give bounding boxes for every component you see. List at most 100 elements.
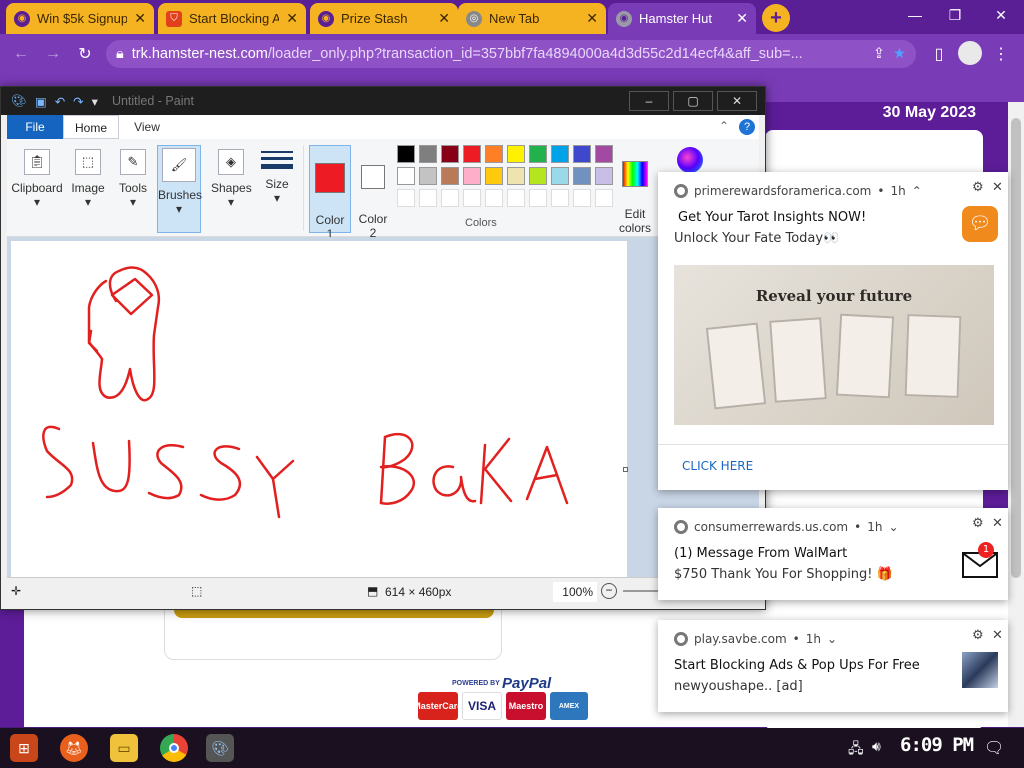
palette-swatch[interactable] [595, 167, 613, 185]
redo-icon[interactable]: ↷ [73, 94, 83, 109]
settings-gear-icon[interactable]: ⚙ [972, 180, 984, 195]
tab-view[interactable]: View [119, 115, 175, 139]
zoom-slider[interactable] [623, 590, 663, 592]
brushes-button[interactable]: 🖌︎ Brushes ▾ [157, 145, 202, 233]
paint-taskbar-icon[interactable]: 🎨︎ [206, 734, 234, 762]
palette-swatch[interactable] [551, 145, 569, 163]
chevron-down-icon[interactable]: ⌄ [888, 520, 898, 534]
palette-swatch[interactable] [551, 189, 569, 207]
tab-new-tab[interactable]: ◎ New Tab ✕ [458, 3, 606, 34]
tab-win-bonus[interactable]: ◉ Win $5k Signup Bonus ✕ [6, 3, 154, 34]
palette-swatch[interactable] [573, 145, 591, 163]
paint-close-button[interactable]: ✕ [717, 91, 757, 111]
share-icon[interactable]: ⇪ [873, 46, 885, 62]
palette-swatch[interactable] [507, 167, 525, 185]
color2-button[interactable]: Color 2 [353, 145, 393, 240]
shapes-button[interactable]: ◈ Shapes ▾ [211, 145, 252, 233]
paint-minimize-button[interactable]: – [629, 91, 669, 111]
settings-gear-icon[interactable]: ⚙ [972, 516, 984, 531]
palette-swatch[interactable] [595, 145, 613, 163]
palette-swatch[interactable] [441, 145, 459, 163]
palette-swatch[interactable] [419, 167, 437, 185]
canvas-resize-handle[interactable] [623, 467, 628, 472]
notification-walmart[interactable]: consumerrewards.us.com • 1h ⌄ ⚙ ✕ (1) Mess… [658, 508, 1008, 600]
minimize-window-button[interactable]: — [900, 4, 930, 26]
restore-window-button[interactable]: ❐ [940, 4, 970, 26]
palette-swatch[interactable] [529, 167, 547, 185]
close-window-button[interactable]: ✕ [986, 4, 1016, 26]
bookmark-star-icon[interactable]: ★ [893, 46, 906, 62]
undo-icon[interactable]: ↶ [55, 94, 65, 109]
tab-prize-stash[interactable]: ◉ Prize Stash ✕ [310, 3, 458, 34]
close-tab-icon[interactable]: ✕ [736, 10, 748, 27]
chrome-taskbar-icon[interactable] [160, 734, 188, 762]
palette-swatch[interactable] [397, 167, 415, 185]
palette-swatch[interactable] [397, 145, 415, 163]
palette-swatch[interactable] [463, 145, 481, 163]
edit-colors-button[interactable]: Edit colors [615, 145, 655, 235]
palette-swatch[interactable] [529, 145, 547, 163]
back-icon[interactable]: ← [10, 43, 32, 65]
tools-group[interactable]: ✎ Tools ▾ [113, 145, 153, 233]
new-tab-button[interactable]: + [762, 4, 790, 32]
close-tab-icon[interactable]: ✕ [134, 10, 146, 27]
size-button[interactable]: Size ▾ [255, 145, 299, 233]
reload-icon[interactable]: ↻ [74, 43, 96, 65]
notification-adblock[interactable]: play.savbe.com • 1h ⌄ ⚙ ✕ Start Blocking A… [658, 620, 1008, 712]
close-tab-icon[interactable]: ✕ [286, 10, 298, 27]
zoom-out-icon[interactable]: − [601, 583, 617, 599]
notification-center-icon[interactable]: 🗨︎ [984, 738, 1004, 758]
palette-swatch[interactable] [419, 189, 437, 207]
palette-swatch[interactable] [397, 189, 415, 207]
close-icon[interactable]: ✕ [992, 180, 1003, 195]
tab-start-blocking[interactable]: ⛉ Start Blocking Ads ✕ [158, 3, 306, 34]
tab-file[interactable]: File [7, 115, 63, 139]
image-group[interactable]: ⬚ Image ▾ [67, 145, 109, 233]
tab-home[interactable]: Home [63, 115, 119, 139]
address-bar[interactable]: 🔒︎ trk.hamster-nest.com/loader_only.php?… [106, 40, 916, 68]
palette-swatch[interactable] [573, 189, 591, 207]
forward-icon[interactable]: → [42, 43, 64, 65]
paint-maximize-button[interactable]: ▢ [673, 91, 713, 111]
palette-swatch[interactable] [419, 145, 437, 163]
quick-access-dropdown-icon[interactable]: ▾ [92, 94, 98, 109]
notification-tarot[interactable]: primerewardsforamerica.com • 1h ⌃ ⚙ ✕ Get … [658, 172, 1008, 490]
palette-swatch[interactable] [463, 189, 481, 207]
profile-avatar[interactable] [958, 41, 982, 65]
side-panel-icon[interactable]: ▯ [928, 43, 950, 65]
palette-swatch[interactable] [507, 145, 525, 163]
volume-icon[interactable]: 🔊︎ [872, 738, 881, 755]
palette-swatch[interactable] [529, 189, 547, 207]
palette-swatch[interactable] [573, 167, 591, 185]
color1-button[interactable]: Color 1 [309, 145, 351, 241]
palette-swatch[interactable] [485, 189, 503, 207]
scrollbar-thumb[interactable] [1011, 118, 1021, 578]
menu-kebab-icon[interactable]: ⋮ [990, 43, 1012, 65]
paint3d-icon[interactable] [677, 147, 703, 173]
palette-swatch[interactable] [463, 167, 481, 185]
file-explorer-icon[interactable]: ▭ [110, 734, 138, 762]
start-button-icon[interactable]: ⊞ [10, 734, 38, 762]
taskbar-clock[interactable]: 6:09 PM [900, 734, 974, 756]
close-icon[interactable]: ✕ [992, 628, 1003, 643]
close-tab-icon[interactable]: ✕ [438, 10, 450, 27]
close-tab-icon[interactable]: ✕ [586, 10, 598, 27]
collapse-ribbon-icon[interactable]: ⌃ [719, 119, 729, 133]
click-here-button[interactable]: CLICK HERE [682, 459, 753, 473]
palette-swatch[interactable] [551, 167, 569, 185]
chevron-up-icon[interactable]: ⌃ [912, 184, 922, 198]
save-icon[interactable]: ▣ [35, 94, 47, 109]
clipboard-group[interactable]: 📋︎ Clipboard ▾ [11, 145, 63, 233]
palette-swatch[interactable] [441, 167, 459, 185]
settings-gear-icon[interactable]: ⚙ [972, 628, 984, 643]
chevron-down-icon[interactable]: ⌄ [827, 632, 837, 646]
palette-swatch[interactable] [485, 167, 503, 185]
palette-swatch[interactable] [507, 189, 525, 207]
close-icon[interactable]: ✕ [992, 516, 1003, 531]
palette-swatch[interactable] [441, 189, 459, 207]
help-icon[interactable]: ? [739, 119, 755, 135]
palette-swatch[interactable] [485, 145, 503, 163]
palette-swatch[interactable] [595, 189, 613, 207]
firefox-icon[interactable]: 🦊︎ [60, 734, 88, 762]
network-icon[interactable]: 🖧︎ [848, 738, 864, 762]
